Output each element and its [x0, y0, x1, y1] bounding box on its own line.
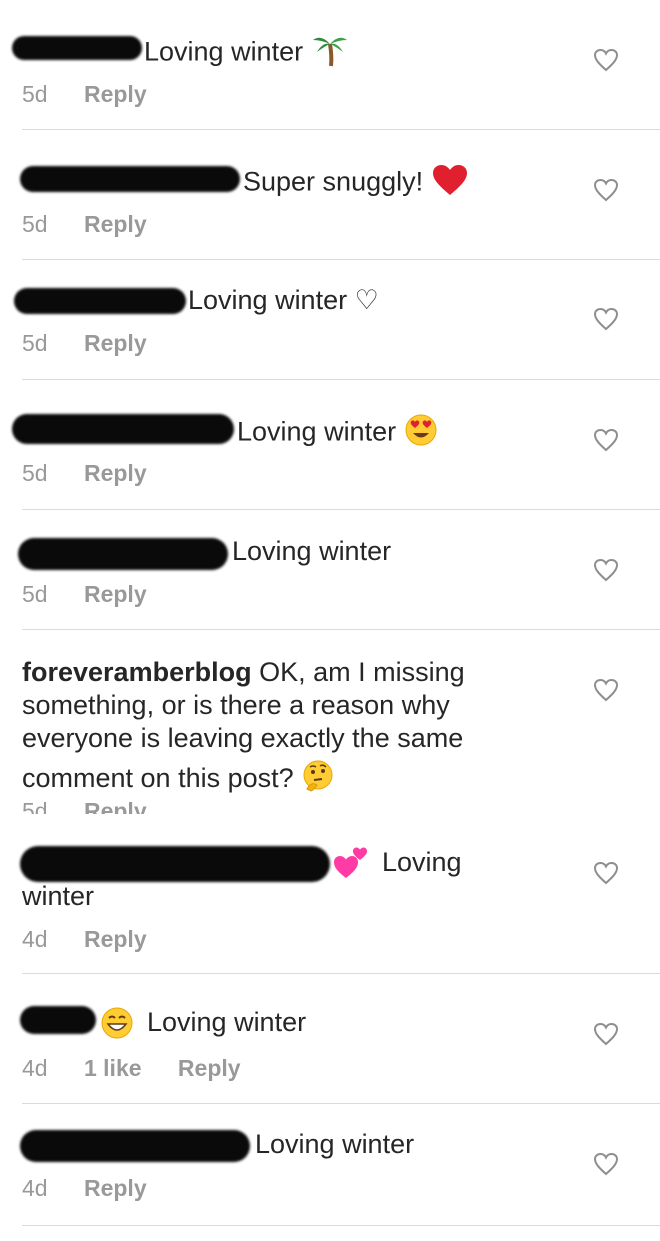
- reply-button[interactable]: Reply: [84, 802, 147, 814]
- divider: [22, 1225, 660, 1226]
- comment-meta: 4d Reply: [22, 1175, 147, 1202]
- comment-text: Loving winter: [237, 413, 438, 454]
- comment-line: something, or is there a reason why: [22, 690, 450, 720]
- comment-3: Loving winter ♡ 5d Reply: [0, 260, 660, 380]
- like-button[interactable]: [593, 178, 619, 202]
- comment-4: Loving winter 5d Reply: [0, 380, 660, 510]
- comment-age: 5d: [22, 330, 48, 356]
- reply-button[interactable]: Reply: [84, 81, 147, 107]
- comment-meta: 5d Reply: [22, 81, 147, 108]
- redacted-username: [14, 288, 186, 314]
- comment-age: 4d: [22, 1175, 48, 1201]
- comment-age: 5d: [22, 581, 48, 607]
- heart-eyes-icon: [404, 413, 438, 454]
- comment-8: Loving winter 4d 1 like Reply: [0, 974, 660, 1104]
- reply-button[interactable]: Reply: [84, 330, 147, 356]
- comment-age: 4d: [22, 926, 48, 952]
- like-button[interactable]: [593, 861, 619, 885]
- comment-text: Loving winter: [147, 1007, 307, 1037]
- reply-button[interactable]: Reply: [178, 1055, 241, 1081]
- redacted-username: [12, 36, 142, 60]
- comment-body: Loving winter: [237, 416, 397, 447]
- comment-body: Loving winter ♡: [188, 285, 379, 315]
- redacted-username: [18, 538, 228, 570]
- comment-text: foreveramberblog OK, am I missing someth…: [22, 656, 542, 801]
- comment-line: comment on this post?: [22, 763, 294, 794]
- redacted-username: [20, 846, 330, 882]
- comment-1: Loving winter 5d Reply: [0, 0, 660, 130]
- comment-9: Loving winter 4d Reply: [0, 1104, 660, 1226]
- comment-age: 4d: [22, 1055, 48, 1081]
- comment-body: Super snuggly!: [243, 166, 424, 197]
- heart-outline-icon: [593, 178, 619, 202]
- comment-age: 5d: [22, 802, 48, 814]
- comment-meta: 4d 1 like Reply: [22, 1055, 241, 1082]
- comment-body: Loving winter: [232, 536, 392, 566]
- comment-meta: 5d Reply: [22, 211, 147, 238]
- comment-text: Loving winter: [232, 535, 391, 567]
- like-button[interactable]: [593, 558, 619, 582]
- like-button[interactable]: [593, 428, 619, 452]
- comment-text-line1: Loving: [382, 847, 462, 877]
- grinning-face-icon: [100, 1006, 134, 1045]
- heart-outline-icon: [593, 428, 619, 452]
- comment-meta: 5d Reply: [22, 581, 147, 608]
- comment-meta: 4d Reply: [22, 926, 147, 953]
- comment-2: Super snuggly! 5d Reply: [0, 130, 660, 260]
- redacted-username: [12, 414, 234, 444]
- comment-meta: 5d Reply: [22, 802, 147, 814]
- reply-button[interactable]: Reply: [84, 460, 147, 486]
- reply-button[interactable]: Reply: [84, 1175, 147, 1201]
- comment-body: Loving winter: [144, 36, 304, 67]
- comment-5: Loving winter 5d Reply: [0, 510, 660, 630]
- heart-outline-icon: [593, 861, 619, 885]
- heart-outline-icon: [593, 307, 619, 331]
- heart-outline-icon: [593, 1152, 619, 1176]
- heart-outline-icon: [593, 678, 619, 702]
- reply-button[interactable]: Reply: [84, 926, 147, 952]
- heart-outline-icon: [593, 558, 619, 582]
- comment-6: foreveramberblog OK, am I missing someth…: [0, 630, 660, 820]
- comment-line: everyone is leaving exactly the same: [22, 723, 464, 753]
- like-button[interactable]: [593, 307, 619, 331]
- like-button[interactable]: [593, 48, 619, 72]
- heart-outline-icon: [593, 48, 619, 72]
- likes-count[interactable]: 1 like: [84, 1055, 142, 1081]
- comment-meta: 5d Reply: [22, 330, 147, 357]
- like-button[interactable]: [593, 1152, 619, 1176]
- palm-tree-icon: [311, 32, 349, 75]
- thinking-face-icon: [301, 759, 335, 801]
- like-button[interactable]: [593, 678, 619, 702]
- comment-username[interactable]: foreveramberblog: [22, 657, 252, 687]
- comment-text: Loving winter: [255, 1129, 415, 1159]
- two-hearts-icon: [332, 844, 370, 885]
- comment-text-line2: winter: [22, 881, 95, 911]
- comment-text: Loving winter ♡: [188, 284, 379, 316]
- reply-button[interactable]: Reply: [84, 211, 147, 237]
- comment-text: Super snuggly!: [243, 163, 469, 204]
- reply-button[interactable]: Reply: [84, 581, 147, 607]
- comment-text: Loving winter: [144, 32, 349, 75]
- comment-meta-clipped: 5d Reply: [22, 802, 222, 814]
- comment-age: 5d: [22, 81, 48, 107]
- red-heart-icon: [431, 163, 469, 204]
- heart-outline-icon: [593, 1022, 619, 1046]
- comment-7: Loving winter 4d Reply: [0, 820, 660, 974]
- comment-line: OK, am I missing: [259, 657, 465, 687]
- comment-age: 5d: [22, 460, 48, 486]
- like-button[interactable]: [593, 1022, 619, 1046]
- comment-age: 5d: [22, 211, 48, 237]
- redacted-username: [20, 1130, 250, 1162]
- redacted-username: [20, 1006, 96, 1034]
- redacted-username: [20, 166, 240, 192]
- comment-meta: 5d Reply: [22, 460, 147, 487]
